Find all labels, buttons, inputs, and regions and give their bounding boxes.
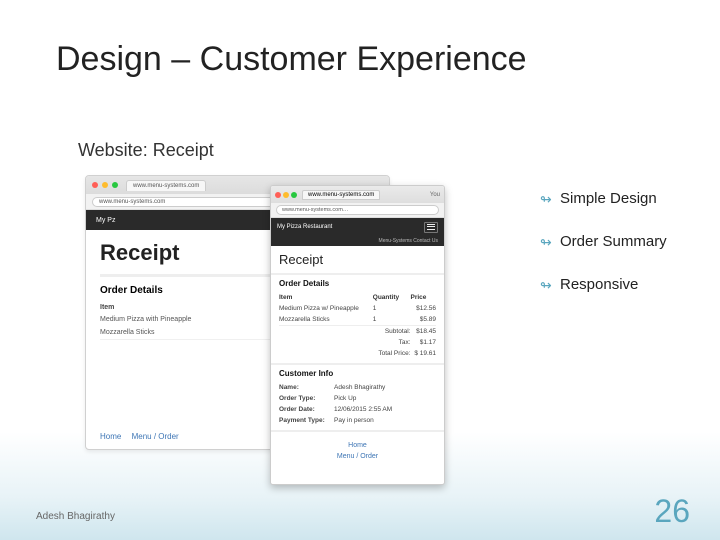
traffic-light-min-icon	[102, 182, 108, 188]
traffic-light-close-icon	[92, 182, 98, 188]
table-row: Medium Pizza w/ Pineapple 1 $12.56	[279, 303, 436, 314]
footer-author: Adesh Bhagirathy	[36, 511, 115, 522]
mobile-site-nav: My Pizza Restaurant	[271, 218, 444, 236]
bullet-item: ↬ Responsive	[540, 276, 710, 295]
footer-link-home[interactable]: Home	[279, 440, 436, 451]
browser-tab[interactable]: www.menu-systems.com	[302, 190, 380, 200]
traffic-light-max-icon	[112, 182, 118, 188]
bullet-item: ↬ Order Summary	[540, 233, 710, 252]
subtotal-row: Subtotal:$18.45	[279, 326, 436, 338]
bullet-icon: ↬	[540, 190, 556, 208]
mobile-url-field[interactable]: www.menu-systems.com…	[276, 205, 439, 215]
customer-info-heading: Customer Info	[279, 369, 436, 378]
you-label: You	[430, 192, 440, 198]
info-row: Name:Adesh Bhagirathy	[279, 382, 436, 393]
traffic-light-close-icon	[275, 192, 281, 198]
mobile-order-table: Item Quantity Price Medium Pizza w/ Pine…	[279, 292, 436, 359]
footer-link-menu[interactable]: Menu / Order	[279, 451, 436, 462]
table-header-row: Item Quantity Price	[279, 292, 436, 303]
footer-link-menu[interactable]: Menu / Order	[132, 432, 179, 441]
divider	[271, 273, 444, 275]
tax-row: Tax:$1.17	[279, 337, 436, 348]
desktop-footer-nav: Home Menu / Order	[100, 432, 187, 441]
col-qty: Quantity	[373, 292, 411, 303]
browser-tab[interactable]: www.menu-systems.com	[126, 180, 206, 191]
total-row: Total Price:$ 19.61	[279, 348, 436, 359]
mobile-address-bar: www.menu-systems.com…	[271, 203, 444, 218]
slide-title: Design – Customer Experience	[56, 40, 527, 79]
col-item: Item	[100, 302, 293, 313]
bullet-icon: ↬	[540, 276, 556, 294]
info-row: Order Date:12/06/2015 2:55 AM	[279, 404, 436, 415]
receipt-heading: Receipt	[279, 252, 436, 267]
footer-link-home[interactable]: Home	[100, 432, 121, 441]
bullet-item: ↬ Simple Design	[540, 190, 710, 209]
customer-info-table: Name:Adesh Bhagirathy Order Type:Pick Up…	[279, 382, 436, 426]
bullet-text: Responsive	[560, 276, 638, 295]
divider	[271, 430, 444, 432]
screenshots-group: www.menu-systems.com www.menu-systems.co…	[85, 175, 525, 485]
table-row: Mozzarella Sticks 1 $5.89	[279, 314, 436, 326]
info-row: Order Type:Pick Up	[279, 393, 436, 404]
bullet-list: ↬ Simple Design ↬ Order Summary ↬ Respon…	[540, 190, 710, 318]
site-brand: My Pizza Restaurant	[277, 224, 332, 230]
site-brand: My Pz	[96, 217, 115, 224]
col-price: Price	[411, 292, 436, 303]
traffic-light-max-icon	[291, 192, 297, 198]
divider	[271, 363, 444, 365]
slide: Design – Customer Experience Website: Re…	[0, 0, 720, 540]
mobile-footer-nav: Home Menu / Order	[279, 440, 436, 462]
col-item: Item	[279, 292, 373, 303]
traffic-light-min-icon	[283, 192, 289, 198]
mobile-nav-secondary: Menu-Systems Contact Us	[271, 236, 444, 246]
cell-item: Mozzarella Sticks	[100, 326, 293, 340]
page-number: 26	[654, 493, 690, 530]
order-details-heading: Order Details	[279, 279, 436, 288]
mobile-browser-mock: www.menu-systems.com You www.menu-system…	[270, 185, 445, 485]
mobile-page-body: Receipt Order Details Item Quantity Pric…	[271, 246, 444, 462]
mobile-tab-bar: www.menu-systems.com You	[271, 186, 444, 203]
slide-subtitle: Website: Receipt	[78, 140, 214, 161]
hamburger-icon[interactable]	[424, 222, 438, 233]
bullet-icon: ↬	[540, 233, 556, 251]
bullet-text: Simple Design	[560, 190, 657, 209]
cell-item: Medium Pizza with Pineapple	[100, 313, 293, 326]
bullet-text: Order Summary	[560, 233, 667, 252]
info-row: Payment Type:Pay in person	[279, 415, 436, 426]
